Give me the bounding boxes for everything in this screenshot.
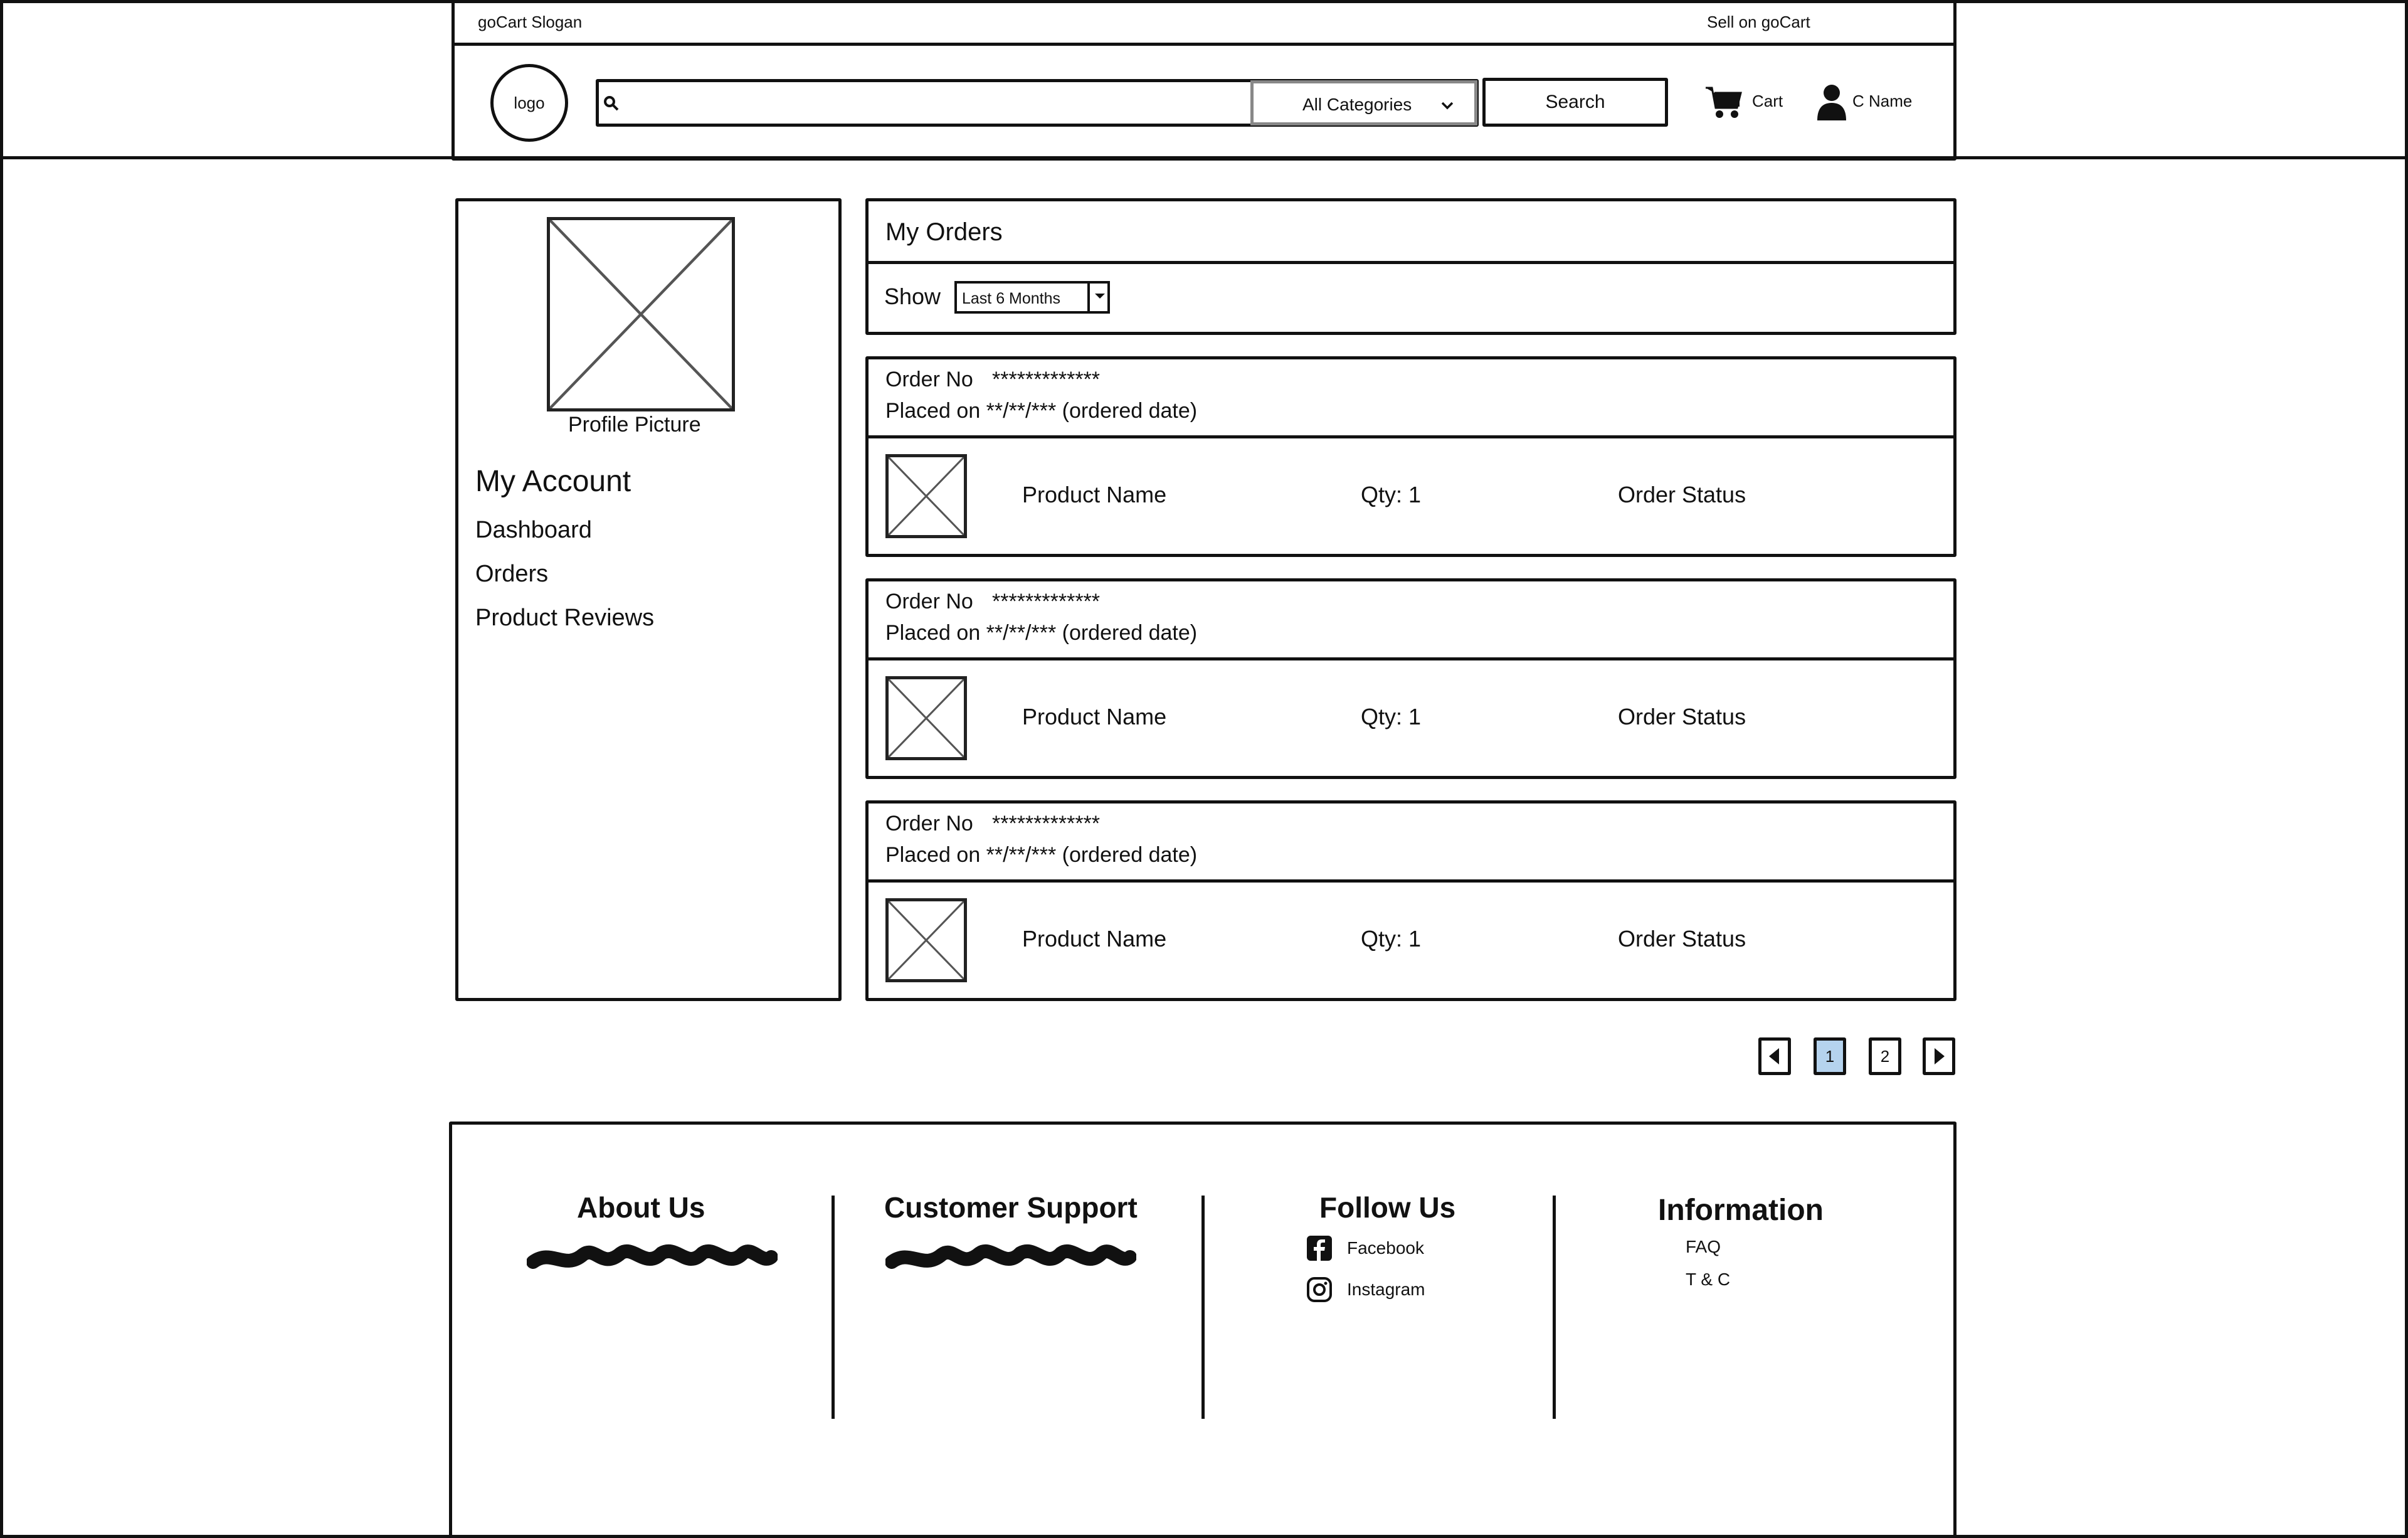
cart-icon bbox=[1704, 84, 1743, 120]
user-menu[interactable]: C Name bbox=[1816, 80, 1941, 124]
facebook-icon bbox=[1307, 1236, 1332, 1261]
product-thumbnail[interactable] bbox=[885, 454, 967, 538]
page-title: My Orders bbox=[885, 218, 1003, 246]
sidebar-item-product-reviews[interactable]: Product Reviews bbox=[475, 605, 654, 632]
user-icon bbox=[1816, 83, 1847, 122]
order-status: Order Status bbox=[1618, 482, 1746, 507]
search-button-label: Search bbox=[1545, 92, 1605, 112]
orders-panel-divider bbox=[865, 261, 1956, 264]
orders-panel-header bbox=[865, 198, 1956, 335]
order-status: Order Status bbox=[1618, 704, 1746, 729]
footer-support-title: Customer Support bbox=[884, 1191, 1138, 1224]
logo-text: logo bbox=[514, 93, 545, 112]
order-qty: Qty: 1 bbox=[1361, 926, 1422, 952]
category-selected: All Categories bbox=[1302, 95, 1412, 114]
scribble-placeholder bbox=[527, 1244, 778, 1269]
product-name[interactable]: Product Name bbox=[1022, 926, 1166, 952]
order-card-divider bbox=[865, 879, 1956, 883]
order-no-label: Order No bbox=[885, 812, 973, 835]
page-number: 2 bbox=[1880, 1046, 1890, 1066]
scribble-placeholder bbox=[885, 1244, 1136, 1269]
pagination: 1 2 bbox=[1756, 1036, 1956, 1078]
facebook-label: Facebook bbox=[1347, 1238, 1424, 1258]
product-thumbnail[interactable] bbox=[885, 676, 967, 760]
product-name[interactable]: Product Name bbox=[1022, 482, 1166, 508]
cart-label: Cart bbox=[1752, 92, 1783, 110]
sell-on-link[interactable]: Sell on goCart bbox=[1707, 13, 1810, 32]
page-button-2[interactable]: 2 bbox=[1869, 1037, 1901, 1075]
order-placed-date: Placed on **/**/*** (ordered date) bbox=[885, 621, 1198, 645]
search-input[interactable] bbox=[624, 84, 1245, 120]
order-no-value: ************* bbox=[992, 812, 1101, 835]
footer-about-title: About Us bbox=[577, 1191, 705, 1224]
instagram-link[interactable]: Instagram bbox=[1306, 1275, 1494, 1305]
period-filter-select[interactable]: Last 6 Months bbox=[954, 281, 1110, 314]
user-name: C Name bbox=[1852, 92, 1913, 110]
show-label: Show bbox=[884, 284, 941, 309]
order-card-divider bbox=[865, 657, 1956, 660]
top-bar-divider bbox=[452, 43, 1956, 46]
product-name[interactable]: Product Name bbox=[1022, 704, 1166, 730]
footer-info-title: Information bbox=[1658, 1194, 1824, 1227]
order-qty: Qty: 1 bbox=[1361, 704, 1422, 729]
instagram-label: Instagram bbox=[1347, 1280, 1425, 1299]
order-no-value: ************* bbox=[992, 590, 1101, 613]
prev-page-icon bbox=[1769, 1048, 1779, 1064]
order-qty: Qty: 1 bbox=[1361, 482, 1422, 507]
order-status: Order Status bbox=[1618, 926, 1746, 952]
category-dropdown[interactable]: All Categories bbox=[1250, 80, 1477, 125]
sidebar-item-orders[interactable]: Orders bbox=[475, 561, 548, 588]
order-placed-date: Placed on **/**/*** (ordered date) bbox=[885, 399, 1198, 423]
order-no-label: Order No bbox=[885, 590, 973, 613]
terms-link[interactable]: T & C bbox=[1686, 1270, 1730, 1290]
product-thumbnail[interactable] bbox=[885, 898, 967, 982]
faq-link[interactable]: FAQ bbox=[1686, 1237, 1721, 1257]
facebook-link[interactable]: Facebook bbox=[1306, 1233, 1494, 1263]
order-card-divider bbox=[865, 435, 1956, 438]
page-button-1[interactable]: 1 bbox=[1814, 1037, 1846, 1075]
order-placed-date: Placed on **/**/*** (ordered date) bbox=[885, 843, 1198, 867]
cart-link[interactable]: Cart bbox=[1704, 82, 1786, 125]
chevron-down-icon bbox=[1439, 97, 1455, 114]
next-page-button[interactable] bbox=[1923, 1037, 1955, 1075]
period-filter-selected: Last 6 Months bbox=[962, 290, 1061, 307]
logo[interactable]: logo bbox=[490, 64, 568, 142]
sidebar-item-dashboard[interactable]: Dashboard bbox=[475, 517, 592, 544]
profile-picture[interactable] bbox=[547, 217, 735, 411]
dropdown-arrow-icon bbox=[1087, 281, 1110, 314]
footer-divider bbox=[1553, 1196, 1556, 1419]
next-page-icon bbox=[1935, 1048, 1945, 1064]
search-icon bbox=[602, 94, 621, 113]
instagram-icon bbox=[1307, 1277, 1332, 1302]
order-no-value: ************* bbox=[992, 368, 1101, 391]
footer-follow-title: Follow Us bbox=[1319, 1191, 1456, 1224]
slogan: goCart Slogan bbox=[478, 13, 583, 31]
footer-divider bbox=[832, 1196, 835, 1419]
order-no-label: Order No bbox=[885, 368, 973, 391]
page-number: 1 bbox=[1825, 1046, 1835, 1066]
search-button[interactable]: Search bbox=[1482, 78, 1668, 127]
footer-divider bbox=[1201, 1196, 1205, 1419]
prev-page-button[interactable] bbox=[1758, 1037, 1791, 1075]
sidebar-heading: My Account bbox=[475, 465, 631, 498]
profile-caption: Profile Picture bbox=[568, 413, 701, 437]
